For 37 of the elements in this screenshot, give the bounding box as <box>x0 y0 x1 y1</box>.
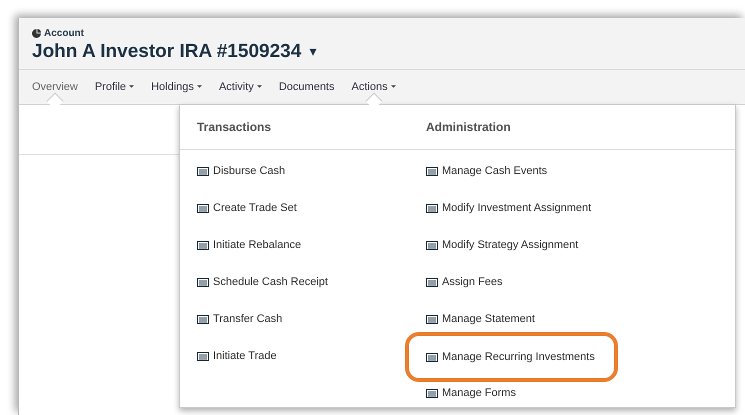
list-icon <box>426 278 438 287</box>
list-icon <box>426 204 438 213</box>
list-icon <box>197 241 209 250</box>
list-icon <box>426 352 438 362</box>
menu-item[interactable]: Modify Strategy Assignment <box>426 227 638 264</box>
list-icon <box>197 352 209 361</box>
menu-item[interactable]: Manage Forms <box>426 375 638 412</box>
list-icon <box>426 241 438 250</box>
account-title: John A Investor IRA #1509234 <box>32 41 302 63</box>
menu-column-heading: Administration <box>425 119 512 136</box>
menu-item[interactable]: Initiate Rebalance <box>197 227 409 264</box>
account-dropdown-caret[interactable]: ▾ <box>309 41 316 62</box>
menu-item[interactable]: Manage Cash Events <box>426 153 638 190</box>
menu-item[interactable]: Manage Recurring Investments <box>409 336 614 378</box>
menu-item[interactable]: Modify Investment Assignment <box>426 190 638 227</box>
account-label: Account <box>44 27 84 41</box>
nav-tab[interactable]: Overview <box>32 78 78 96</box>
list-icon <box>426 315 438 324</box>
menu-item[interactable]: Disburse Cash <box>197 153 409 190</box>
list-icon <box>426 167 438 176</box>
menu-item[interactable]: Initiate Trade <box>197 338 409 375</box>
list-icon <box>197 167 209 176</box>
list-icon <box>197 204 209 213</box>
nav-tab[interactable]: Holdings <box>151 78 202 96</box>
nav-tab[interactable]: Documents <box>278 78 334 96</box>
list-icon <box>197 278 209 287</box>
list-icon <box>426 389 438 398</box>
menu-item[interactable]: Assign Fees <box>426 264 638 301</box>
pie-chart-icon <box>32 29 41 38</box>
nav-tab[interactable]: Activity <box>218 78 262 96</box>
menu-item[interactable]: Schedule Cash Receipt <box>197 264 409 301</box>
menu-item[interactable]: Manage Statement <box>426 301 638 338</box>
menu-item[interactable]: Create Trade Set <box>197 190 409 227</box>
menu-item[interactable]: Transfer Cash <box>197 301 409 338</box>
menu-column-heading: Transactions <box>196 119 272 136</box>
list-icon <box>197 315 209 324</box>
nav-tab[interactable]: Profile <box>94 78 134 96</box>
